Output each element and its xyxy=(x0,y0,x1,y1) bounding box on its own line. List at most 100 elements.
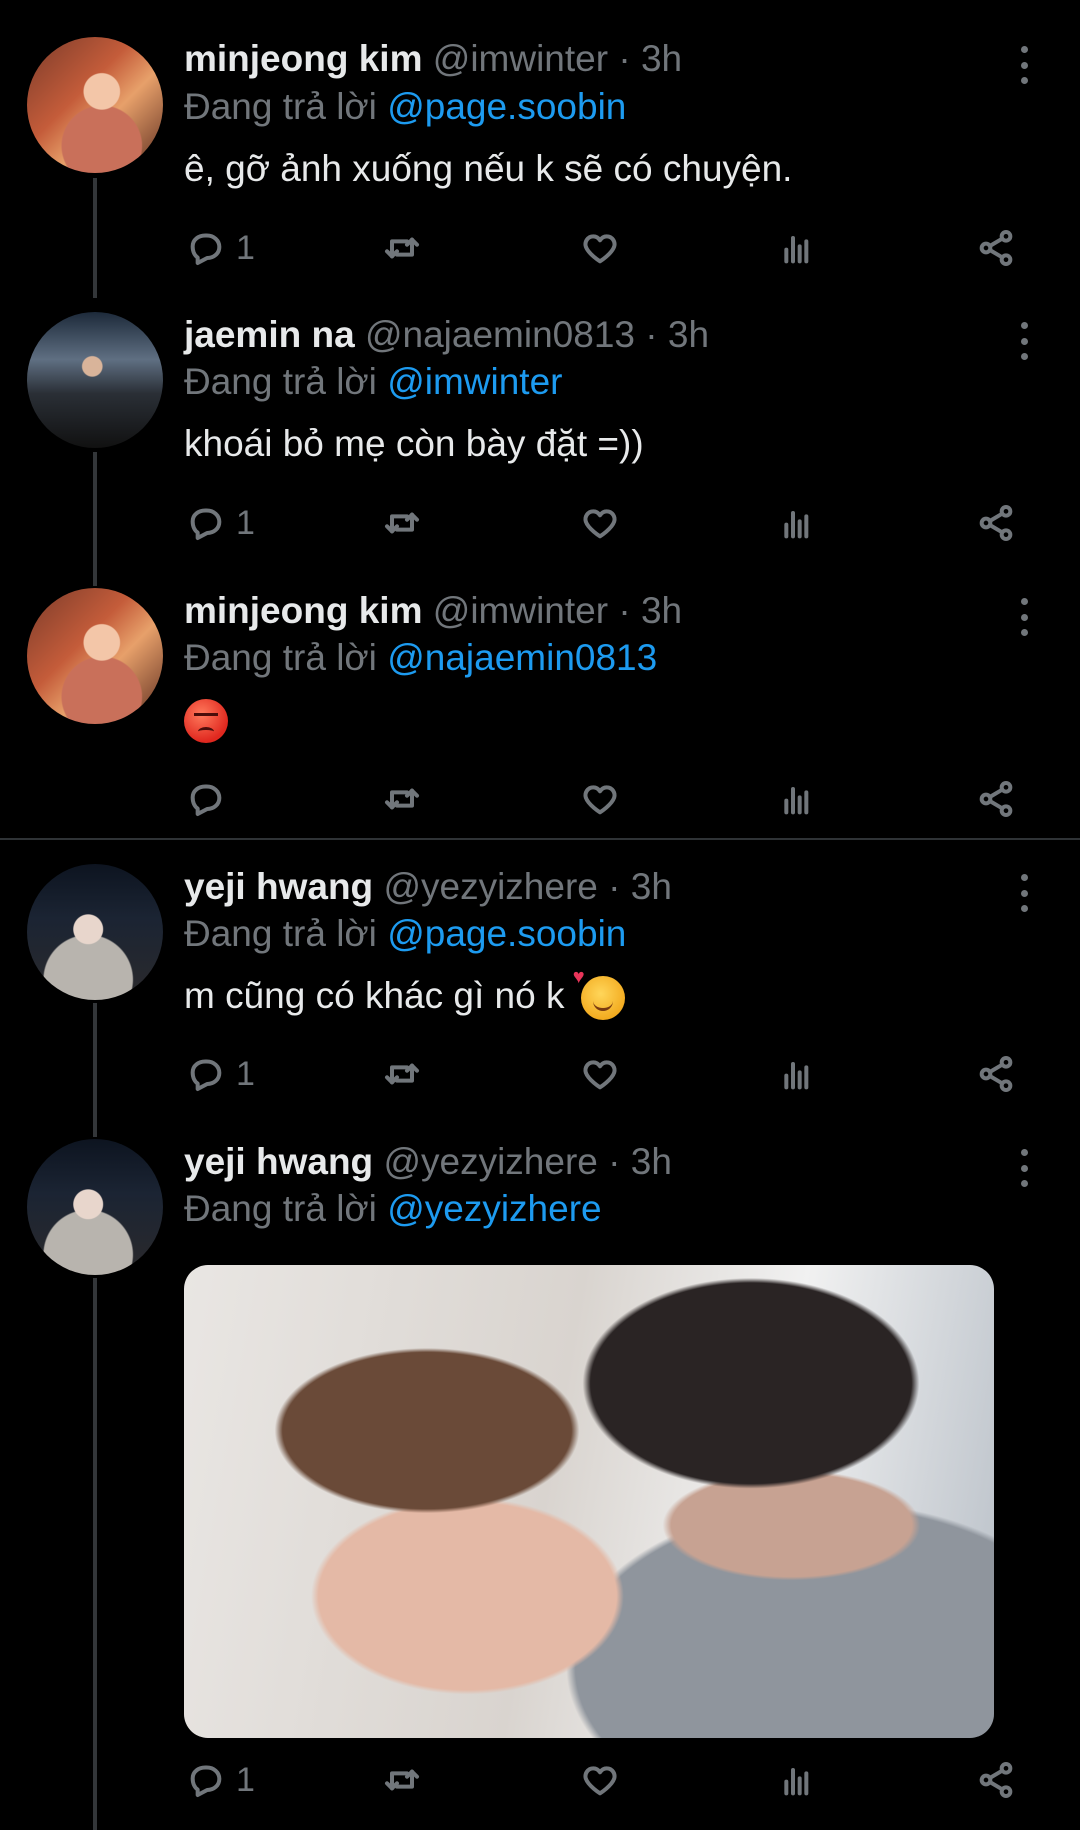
reply-icon xyxy=(190,1059,222,1091)
thread-line xyxy=(93,1278,97,1830)
avatar[interactable] xyxy=(27,37,163,173)
avatar[interactable] xyxy=(27,1139,163,1275)
mention-link[interactable]: @page.soobin xyxy=(387,86,626,127)
retweet-icon xyxy=(385,1063,419,1085)
display-name[interactable]: minjeong kim xyxy=(184,590,422,631)
handle[interactable]: @yezyizhere xyxy=(383,1141,597,1182)
mention-link[interactable]: @imwinter xyxy=(387,361,562,402)
retweet-button[interactable] xyxy=(382,1756,422,1804)
analytics-button[interactable] xyxy=(778,1756,818,1804)
tweet-text: ê, gỡ ảnh xuống nếu k sẽ có chuyện. xyxy=(184,148,793,189)
tweet-text xyxy=(184,698,228,744)
analytics-button[interactable] xyxy=(778,224,818,272)
retweet-button[interactable] xyxy=(382,224,422,272)
tweet-photo[interactable] xyxy=(184,1265,994,1738)
heart-icon xyxy=(583,509,617,539)
timestamp[interactable]: · 3h xyxy=(645,314,709,355)
heart-icon xyxy=(583,1766,617,1796)
handle[interactable]: @imwinter xyxy=(433,38,608,79)
retweet-button[interactable] xyxy=(382,1050,422,1098)
analytics-icon xyxy=(784,1768,809,1796)
share-button[interactable] xyxy=(976,1050,1016,1098)
share-icon xyxy=(979,1056,1013,1092)
reply-icon xyxy=(190,1765,222,1797)
reply-count: 1 xyxy=(236,1054,255,1093)
angry-face-emoji xyxy=(184,699,228,744)
timestamp[interactable]: · 3h xyxy=(608,1141,672,1182)
tweet-header: yeji hwang @yezyizhere · 3h xyxy=(184,1141,672,1183)
reply-button[interactable]: 1 xyxy=(186,224,255,272)
mention-link[interactable]: @najaemin0813 xyxy=(387,637,657,678)
handle[interactable]: @najaemin0813 xyxy=(365,314,635,355)
share-button[interactable] xyxy=(976,224,1016,272)
timestamp[interactable]: · 3h xyxy=(608,866,672,907)
timestamp[interactable]: · 3h xyxy=(618,38,682,79)
replying-to: Đang trả lời @yezyizhere xyxy=(184,1188,602,1230)
retweet-button[interactable] xyxy=(382,775,422,823)
tweet-text: m cũng có khác gì nó k xyxy=(184,975,565,1016)
tweet-header: jaemin na @najaemin0813 · 3h xyxy=(184,314,709,356)
analytics-button[interactable] xyxy=(778,1050,818,1098)
reply-prefix: Đang trả lời xyxy=(184,913,377,954)
handle[interactable]: @imwinter xyxy=(433,590,608,631)
tweet-header: minjeong kim @imwinter · 3h xyxy=(184,590,682,632)
share-button[interactable] xyxy=(976,499,1016,547)
retweet-icon xyxy=(385,512,419,534)
analytics-button[interactable] xyxy=(778,499,818,547)
more-options-icon[interactable] xyxy=(1006,316,1042,366)
analytics-button[interactable] xyxy=(778,775,818,823)
like-button[interactable] xyxy=(580,1756,620,1804)
reply-count: 1 xyxy=(236,1760,255,1799)
heart-icon xyxy=(583,1060,617,1090)
avatar[interactable] xyxy=(27,312,163,448)
action-bar: 1 xyxy=(184,1050,1024,1098)
timestamp[interactable]: · 3h xyxy=(618,590,682,631)
mention-link[interactable]: @yezyizhere xyxy=(387,1188,601,1229)
share-icon xyxy=(979,230,1013,266)
like-button[interactable] xyxy=(580,775,620,823)
share-button[interactable] xyxy=(976,1756,1016,1804)
retweet-button[interactable] xyxy=(382,499,422,547)
action-bar: 1 xyxy=(184,499,1024,547)
share-button[interactable] xyxy=(976,775,1016,823)
heart-icon xyxy=(583,785,617,815)
smiling-face-with-hearts-emoji xyxy=(573,966,625,1021)
more-options-icon[interactable] xyxy=(1006,1143,1042,1193)
action-bar xyxy=(184,775,1024,823)
reply-count: 1 xyxy=(236,228,255,267)
analytics-icon xyxy=(784,511,809,539)
thread-line xyxy=(93,452,97,586)
share-icon xyxy=(979,1762,1013,1798)
display-name[interactable]: yeji hwang xyxy=(184,866,373,907)
thread-line xyxy=(93,1003,97,1137)
tweet-text-row: m cũng có khác gì nó k xyxy=(184,966,625,1021)
display-name[interactable]: jaemin na xyxy=(184,314,355,355)
analytics-icon xyxy=(784,787,809,815)
avatar[interactable] xyxy=(27,864,163,1000)
tweet-header: yeji hwang @yezyizhere · 3h xyxy=(184,866,672,908)
reply-prefix: Đang trả lời xyxy=(184,361,377,402)
tweet-header: minjeong kim @imwinter · 3h xyxy=(184,38,682,80)
like-button[interactable] xyxy=(580,499,620,547)
analytics-icon xyxy=(784,1062,809,1090)
more-options-icon[interactable] xyxy=(1006,40,1042,90)
share-icon xyxy=(979,505,1013,541)
reply-icon xyxy=(190,508,222,540)
replying-to: Đang trả lời @imwinter xyxy=(184,361,563,403)
like-button[interactable] xyxy=(580,1050,620,1098)
reply-button[interactable]: 1 xyxy=(186,499,255,547)
avatar[interactable] xyxy=(27,588,163,724)
replying-to: Đang trả lời @page.soobin xyxy=(184,913,626,955)
like-button[interactable] xyxy=(580,224,620,272)
handle[interactable]: @yezyizhere xyxy=(383,866,597,907)
more-options-icon[interactable] xyxy=(1006,868,1042,918)
more-options-icon[interactable] xyxy=(1006,592,1042,642)
display-name[interactable]: minjeong kim xyxy=(184,38,422,79)
display-name[interactable]: yeji hwang xyxy=(184,1141,373,1182)
replying-to: Đang trả lời @najaemin0813 xyxy=(184,637,657,679)
reply-button[interactable] xyxy=(186,775,236,823)
tweet-text: khoái bỏ mẹ còn bày đặt =)) xyxy=(184,423,644,464)
reply-button[interactable]: 1 xyxy=(186,1050,255,1098)
mention-link[interactable]: @page.soobin xyxy=(387,913,626,954)
reply-button[interactable]: 1 xyxy=(186,1756,255,1804)
